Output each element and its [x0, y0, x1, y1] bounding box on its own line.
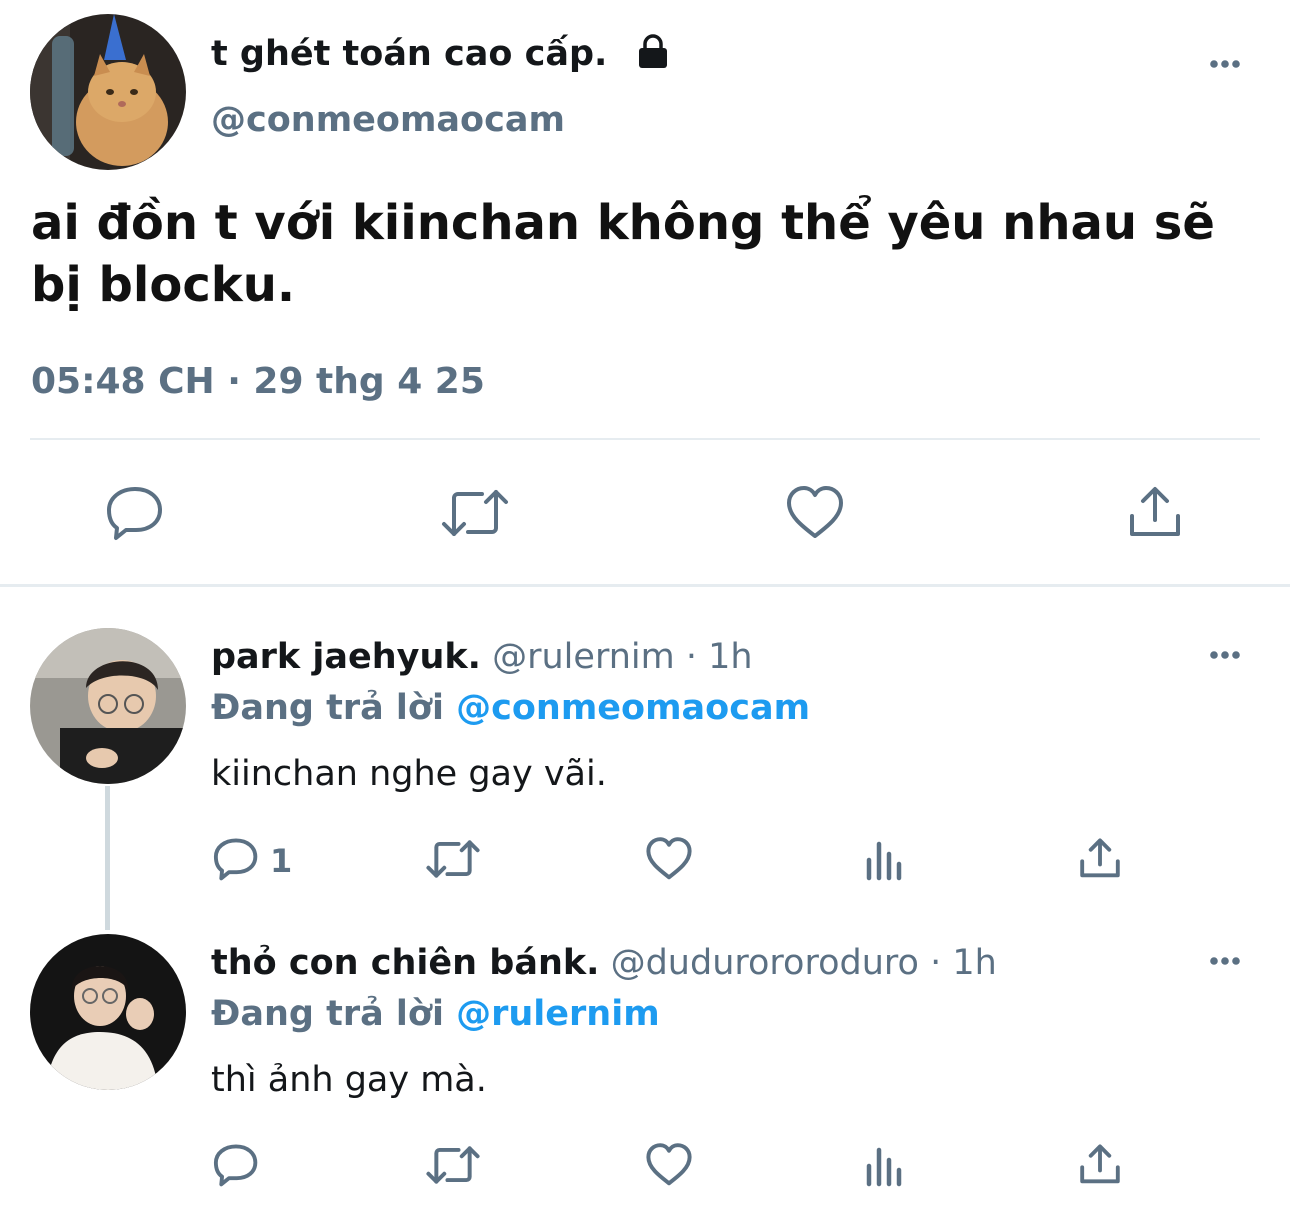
reply-1-reply-count: 1	[270, 842, 293, 880]
reply-2-avatar[interactable]	[30, 934, 186, 1090]
reply-1-time: · 1h	[685, 637, 753, 677]
analytics-icon[interactable]	[862, 1142, 908, 1188]
reply-2-handle: @dudurororoduro	[610, 943, 919, 983]
section-divider	[0, 584, 1290, 587]
replying-label: Đang trả lời	[211, 688, 444, 728]
share-icon[interactable]	[1076, 1142, 1124, 1188]
reply-1-replying-to: Đang trả lời @conmeomaocam	[211, 686, 810, 730]
retweet-icon[interactable]	[424, 836, 482, 882]
reply-1-handle: @rulernim	[492, 637, 675, 677]
author-avatar[interactable]	[30, 14, 186, 170]
retweet-icon[interactable]	[440, 484, 510, 542]
divider	[30, 438, 1260, 440]
author-display-name: t ghét toán cao cấp.	[211, 34, 608, 74]
reply-2-time: · 1h	[930, 943, 997, 983]
reply-icon[interactable]	[212, 1142, 260, 1188]
replying-to-mention[interactable]: @rulernim	[456, 994, 660, 1034]
reply-2-replying-to: Đang trả lời @rulernim	[211, 992, 660, 1036]
author-handle[interactable]: @conmeomaocam	[211, 98, 565, 142]
tweet-text: ai đồn t với kiinchan không thể yêu nhau…	[31, 195, 1215, 313]
retweet-icon[interactable]	[424, 1142, 482, 1188]
reply-icon[interactable]	[212, 836, 260, 882]
reply-2-display-name: thỏ con chiên bánk.	[211, 943, 600, 983]
reply-2-text: thì ảnh gay mà.	[211, 1060, 487, 1100]
thread-line	[105, 786, 110, 930]
analytics-icon[interactable]	[862, 836, 908, 882]
like-icon[interactable]	[644, 1142, 694, 1188]
like-icon[interactable]	[644, 836, 694, 882]
share-icon[interactable]	[1124, 484, 1186, 542]
tweet-timestamp[interactable]: 05:48 CH · 29 thg 4 25	[31, 360, 485, 404]
reply-1-header[interactable]: park jaehyuk. @rulernim · 1h	[211, 635, 753, 679]
lock-icon	[636, 34, 670, 70]
reply-2-header[interactable]: thỏ con chiên bánk. @dudurororoduro · 1h	[211, 941, 997, 985]
more-icon[interactable]	[1205, 949, 1245, 973]
reply-1-avatar[interactable]	[30, 628, 186, 784]
more-icon[interactable]	[1205, 643, 1245, 667]
more-icon[interactable]	[1205, 52, 1245, 76]
reply-1-display-name: park jaehyuk.	[211, 637, 481, 677]
replying-to-mention[interactable]: @conmeomaocam	[456, 688, 810, 728]
reply-1-text: kiinchan nghe gay vãi.	[211, 754, 607, 794]
replying-label: Đang trả lời	[211, 994, 444, 1034]
reply-icon[interactable]	[104, 484, 166, 542]
like-icon[interactable]	[784, 484, 846, 542]
author-name[interactable]: t ghét toán cao cấp.	[211, 32, 607, 76]
share-icon[interactable]	[1076, 836, 1124, 882]
